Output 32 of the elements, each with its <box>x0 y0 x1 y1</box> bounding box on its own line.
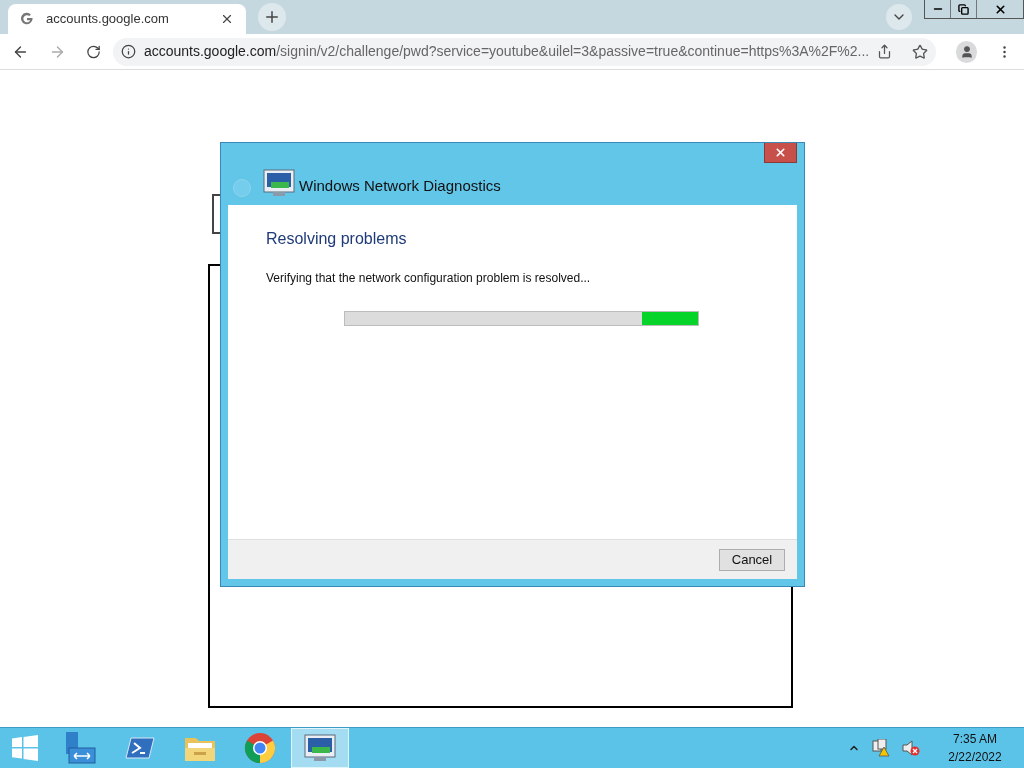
close-icon <box>993 2 1007 16</box>
address-bar[interactable]: accounts.google.com/signin/v2/challenge/pwd?service=youtube&uilel=3&passive=true&continue=https%3A%2F%2... <box>112 37 937 66</box>
new-tab-button[interactable] <box>258 3 286 31</box>
taskbar-button[interactable] <box>291 728 349 768</box>
clock-date[interactable]: 2/22/2022 <box>948 748 1002 766</box>
close-icon[interactable] <box>220 12 234 26</box>
url-text: accounts.google.com/signin/v2/challenge/pwd?service=youtube&uilel=3&passive=true&continue=https%3A%2F%2... <box>143 42 870 61</box>
speaker-muted-icon[interactable] <box>902 739 920 757</box>
status-message: Verifying that the network configuration problem is resolved... <box>266 270 592 287</box>
close-icon <box>774 146 787 159</box>
reload-icon[interactable] <box>85 43 101 60</box>
dialog-heading: Resolving problems <box>266 229 408 249</box>
network-warning-icon[interactable] <box>872 739 890 757</box>
share-icon[interactable] <box>877 44 893 59</box>
network-diagnostics-icon <box>304 734 336 762</box>
cancel-button[interactable]: Cancel <box>719 548 785 571</box>
site-info-icon[interactable] <box>120 44 136 59</box>
google-g-icon <box>20 12 34 26</box>
restore-icon <box>958 3 969 15</box>
plus-icon <box>263 8 281 26</box>
terminal-icon <box>125 736 155 760</box>
profile-avatar[interactable] <box>956 40 977 63</box>
dialog-title: Windows Network Diagnostics <box>299 175 501 196</box>
chrome-icon <box>244 732 276 764</box>
browser-tab[interactable]: accounts.google.com <box>8 4 246 34</box>
close-button[interactable] <box>764 143 797 163</box>
clock-time[interactable]: 7:35 AM <box>953 730 997 748</box>
star-icon[interactable] <box>912 43 929 60</box>
network-diagnostics-icon <box>263 169 295 197</box>
tab-title: accounts.google.com <box>46 10 170 29</box>
windows-logo-icon <box>12 735 38 761</box>
server-manager-icon <box>63 731 97 765</box>
